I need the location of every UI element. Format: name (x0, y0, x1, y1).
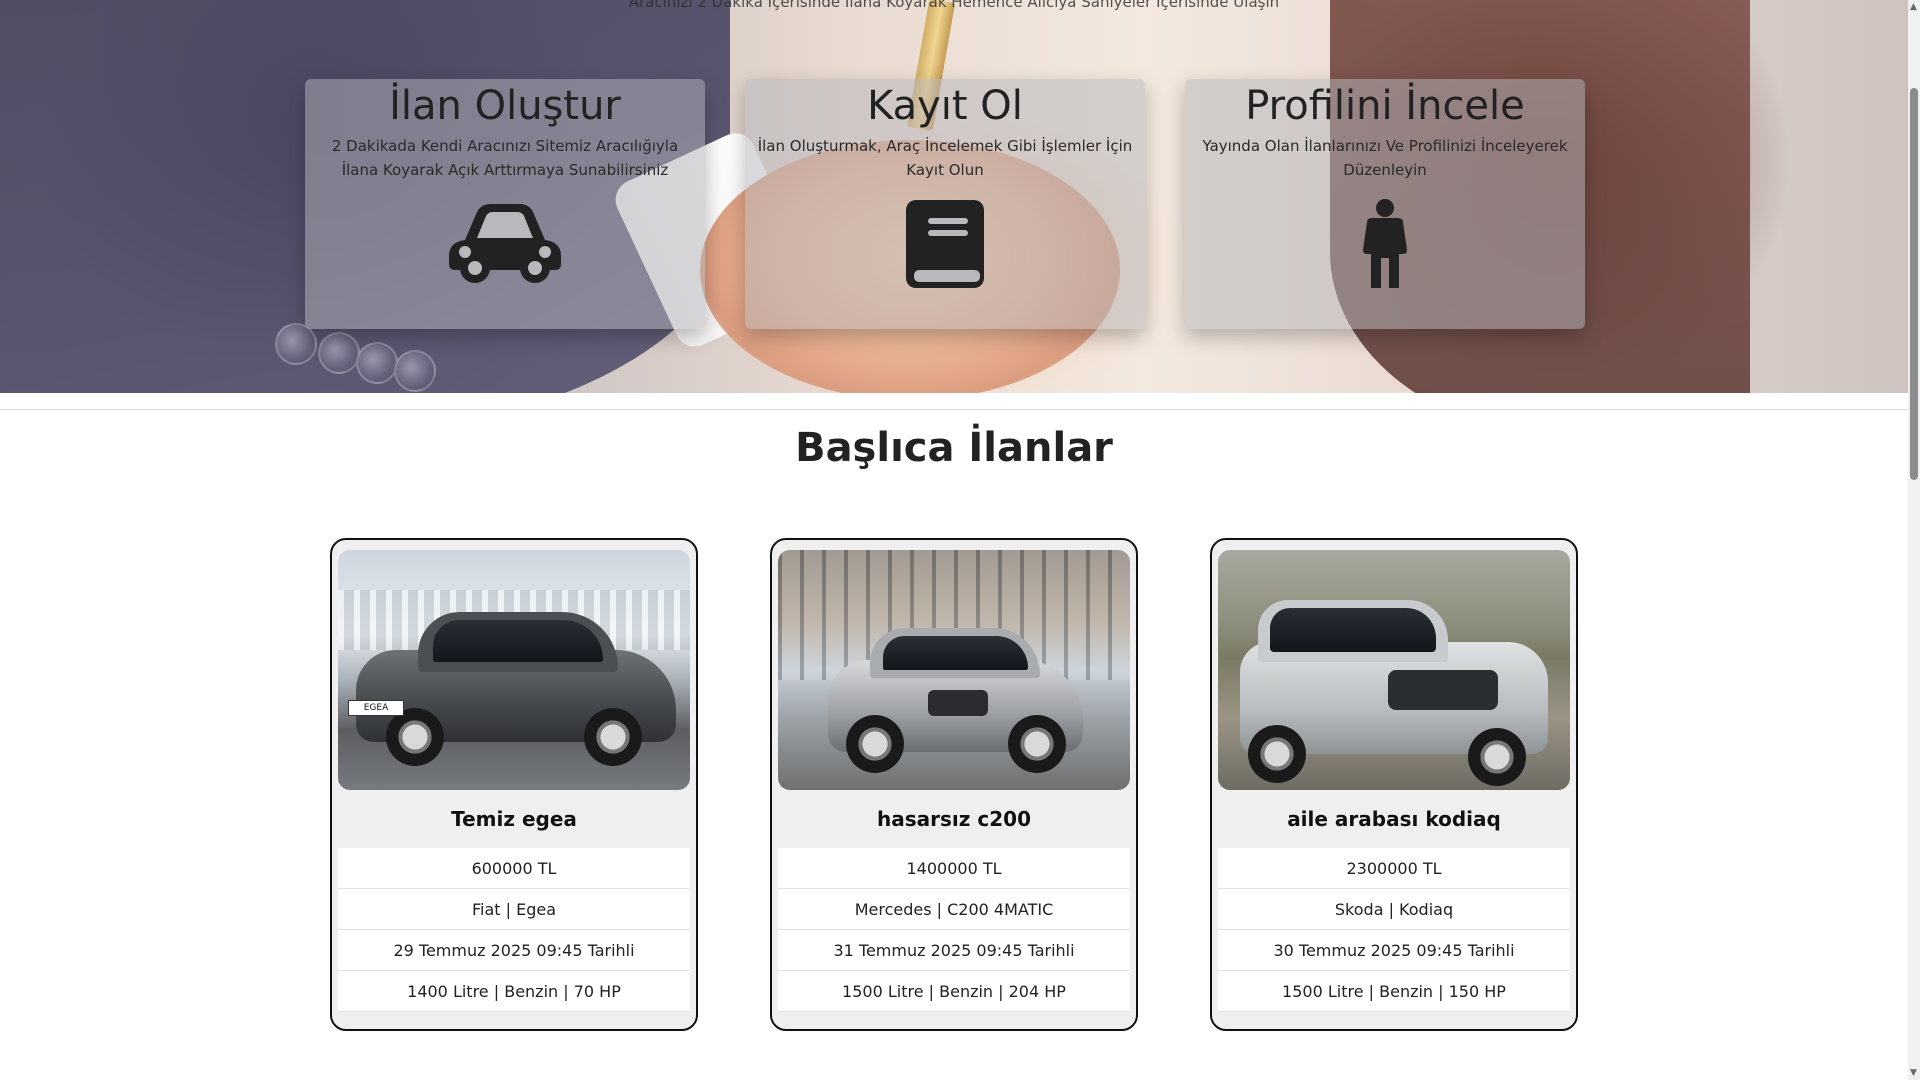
listing-card[interactable]: EGEA Temiz egea 600000 TL Fiat | Egea 29… (330, 538, 698, 1031)
feature-card-register[interactable]: Kayıt Ol İlan Oluşturmak, Araç İncelemek… (745, 79, 1145, 329)
listing-title: Temiz egea (451, 807, 577, 831)
person-icon (1355, 198, 1415, 294)
scrollbar-thumb[interactable] (1910, 88, 1918, 480)
listing-brand-model: Skoda | Kodiaq (1218, 889, 1570, 930)
listing-price: 600000 TL (338, 848, 690, 889)
car-icon (447, 202, 563, 288)
feature-title: İlan Oluştur (389, 83, 621, 129)
feature-description: Yayında Olan İlanlarınızı Ve Profilinizi… (1202, 137, 1568, 179)
section-divider (0, 409, 1908, 410)
scroll-up-arrow-icon[interactable]: ▲ (1910, 2, 1917, 12)
listing-card[interactable]: aile arabası kodiaq 2300000 TL Skoda | K… (1210, 538, 1578, 1031)
listing-title: hasarsız c200 (877, 807, 1031, 831)
book-icon (904, 198, 986, 294)
listing-brand-model: Mercedes | C200 4MATIC (778, 889, 1130, 930)
feature-description: İlan Oluşturmak, Araç İncelemek Gibi İşl… (757, 137, 1133, 179)
listing-date: 29 Temmuz 2025 09:45 Tarihli (338, 930, 690, 971)
listing-price: 1400000 TL (778, 848, 1130, 889)
listing-title: aile arabası kodiaq (1287, 807, 1501, 831)
listing-photo-fiat-egea[interactable]: EGEA (338, 550, 690, 790)
feature-card-create-listing[interactable]: İlan Oluştur 2 Dakikada Kendi Aracınızı … (305, 79, 705, 329)
scroll-down-arrow-icon[interactable]: ▼ (1910, 1068, 1917, 1078)
listing-price: 2300000 TL (1218, 848, 1570, 889)
listing-date: 30 Temmuz 2025 09:45 Tarihli (1218, 930, 1570, 971)
hero-banner: Aracınızı 2 Dakika İçerisinde İlana Koya… (0, 0, 1908, 393)
listing-photo-skoda-kodiaq[interactable] (1218, 550, 1570, 790)
listing-brand-model: Fiat | Egea (338, 889, 690, 930)
feature-title: Profilini İncele (1245, 83, 1525, 129)
listing-specs: 1500 Litre | Benzin | 204 HP (778, 971, 1130, 1012)
page-scrollbar[interactable]: ▲ ▼ (1908, 0, 1920, 1080)
feature-title: Kayıt Ol (867, 83, 1023, 129)
listing-specs: 1400 Litre | Benzin | 70 HP (338, 971, 690, 1012)
listing-card[interactable]: hasarsız c200 1400000 TL Mercedes | C200… (770, 538, 1138, 1031)
feature-description: 2 Dakikada Kendi Aracınızı Sitemiz Aracı… (331, 137, 679, 179)
feature-card-profile[interactable]: Profilini İncele Yayında Olan İlanlarını… (1185, 79, 1585, 329)
hero-tagline: Aracınızı 2 Dakika İçerisinde İlana Koya… (628, 0, 1280, 11)
listing-photo-mercedes-c200[interactable] (778, 550, 1130, 790)
listing-date: 31 Temmuz 2025 09:45 Tarihli (778, 930, 1130, 971)
listing-specs: 1500 Litre | Benzin | 150 HP (1218, 971, 1570, 1012)
section-title-featured-listings: Başlıca İlanlar (795, 425, 1113, 471)
